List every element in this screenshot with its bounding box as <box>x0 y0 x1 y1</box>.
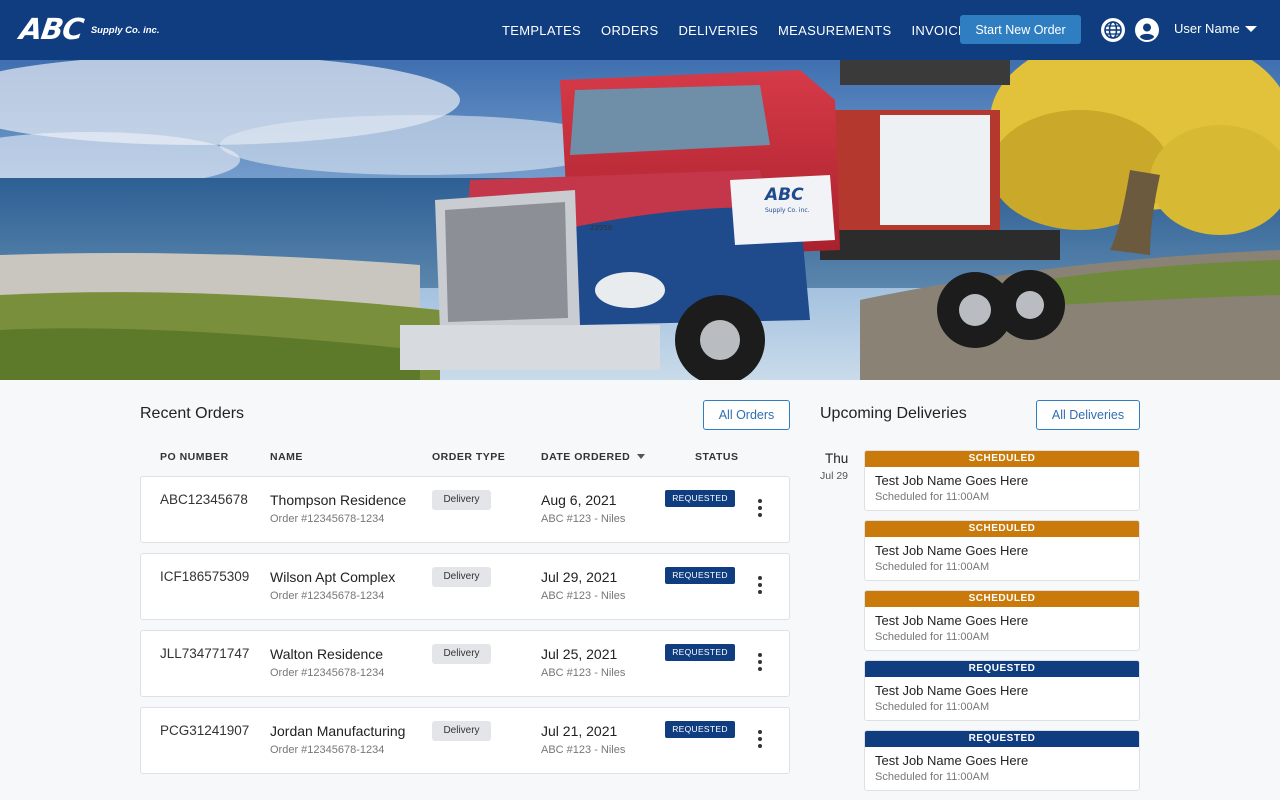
delivery-card[interactable]: REQUESTED Test Job Name Goes Here Schedu… <box>864 730 1140 791</box>
delivery-scheduled-time: Scheduled for 11:00AM <box>875 491 990 503</box>
truck-number: 22958 <box>590 224 612 232</box>
nav-measurements[interactable]: MEASUREMENTS <box>778 23 891 38</box>
nav-templates[interactable]: TEMPLATES <box>502 23 581 38</box>
abc-supply-logo[interactable]: ABC Supply Co. inc. <box>17 12 160 46</box>
order-date: Jul 21, 2021 <box>541 723 618 739</box>
row-more-options-icon[interactable] <box>751 499 769 521</box>
table-row[interactable]: ICF186575309 Wilson Apt Complex Order #1… <box>140 553 790 620</box>
sort-chevron-down-icon[interactable] <box>637 454 646 459</box>
delivery-status-header: SCHEDULED <box>865 591 1139 607</box>
recent-orders-title: Recent Orders <box>140 405 245 422</box>
po-number: ICF186575309 <box>160 569 250 584</box>
logo-tagline: Supply Co. inc. <box>90 24 160 36</box>
order-name[interactable]: Walton Residence <box>270 646 383 662</box>
delivery-status-header: REQUESTED <box>865 731 1139 747</box>
row-more-options-icon[interactable] <box>751 653 769 675</box>
col-date-ordered[interactable]: DATE ORDERED <box>541 451 646 463</box>
delivery-job-name: Test Job Name Goes Here <box>875 683 1029 698</box>
order-name[interactable]: Thompson Residence <box>270 492 406 508</box>
globe-icon[interactable] <box>1101 18 1125 42</box>
order-branch: ABC #123 - Niles <box>541 513 626 525</box>
delivery-scheduled-time: Scheduled for 11:00AM <box>875 631 990 643</box>
truck-on-shore-illustration: ABC Supply Co. inc. 22958 <box>0 60 1280 380</box>
delivery-job-name: Test Job Name Goes Here <box>875 613 1029 628</box>
delivery-card[interactable]: SCHEDULED Test Job Name Goes Here Schedu… <box>864 590 1140 651</box>
table-row[interactable]: JLL734771747 Walton Residence Order #123… <box>140 630 790 697</box>
user-menu-chevron-down-icon[interactable] <box>1245 26 1257 32</box>
delivery-card[interactable]: SCHEDULED Test Job Name Goes Here Schedu… <box>864 520 1140 581</box>
delivery-status-header: SCHEDULED <box>865 521 1139 537</box>
order-branch: ABC #123 - Niles <box>541 590 626 602</box>
po-number: JLL734771747 <box>160 646 250 661</box>
delivery-scheduled-time: Scheduled for 11:00AM <box>875 771 990 783</box>
row-more-options-icon[interactable] <box>751 730 769 752</box>
all-orders-button[interactable]: All Orders <box>703 400 790 430</box>
col-po-number: PO NUMBER <box>160 451 229 463</box>
order-branch: ABC #123 - Niles <box>541 744 626 756</box>
top-navigation-bar: ABC Supply Co. inc. TEMPLATES ORDERS DEL… <box>0 0 1280 60</box>
delivery-date: Jul 29 <box>820 470 849 482</box>
truck-badge-tagline: Supply Co. inc. <box>765 207 810 214</box>
po-number: PCG31241907 <box>160 723 250 738</box>
order-name[interactable]: Jordan Manufacturing <box>270 723 405 739</box>
user-name[interactable]: User Name <box>1174 21 1240 36</box>
order-number: Order #12345678-1234 <box>270 744 385 756</box>
start-new-order-button[interactable]: Start New Order <box>960 15 1081 44</box>
all-deliveries-button[interactable]: All Deliveries <box>1036 400 1140 430</box>
col-status: STATUS <box>695 451 739 463</box>
delivery-job-name: Test Job Name Goes Here <box>875 473 1029 488</box>
delivery-job-name: Test Job Name Goes Here <box>875 543 1029 558</box>
hero-banner-image: ABC Supply Co. inc. 22958 <box>0 60 1280 380</box>
delivery-status-header: SCHEDULED <box>865 451 1139 467</box>
order-type-badge: Delivery <box>432 490 491 510</box>
status-badge: REQUESTED <box>665 721 735 738</box>
row-more-options-icon[interactable] <box>751 576 769 598</box>
user-avatar-icon[interactable] <box>1135 18 1159 42</box>
status-badge: REQUESTED <box>665 644 735 661</box>
order-date: Jul 29, 2021 <box>541 569 618 585</box>
col-name: NAME <box>270 451 303 463</box>
order-date: Jul 25, 2021 <box>541 646 618 662</box>
delivery-scheduled-time: Scheduled for 11:00AM <box>875 701 990 713</box>
order-name[interactable]: Wilson Apt Complex <box>270 569 395 585</box>
order-type-badge: Delivery <box>432 567 491 587</box>
status-badge: REQUESTED <box>665 567 735 584</box>
upcoming-deliveries-title: Upcoming Deliveries <box>820 405 967 422</box>
delivery-status-header: REQUESTED <box>865 661 1139 677</box>
order-number: Order #12345678-1234 <box>270 667 385 679</box>
order-branch: ABC #123 - Niles <box>541 667 626 679</box>
status-badge: REQUESTED <box>665 490 735 507</box>
delivery-day: Thu <box>825 451 849 466</box>
table-row[interactable]: PCG31241907 Jordan Manufacturing Order #… <box>140 707 790 774</box>
nav-deliveries[interactable]: DELIVERIES <box>678 23 758 38</box>
po-number: ABC12345678 <box>160 492 248 507</box>
order-type-badge: Delivery <box>432 644 491 664</box>
table-row[interactable]: ABC12345678 Thompson Residence Order #12… <box>140 476 790 543</box>
order-number: Order #12345678-1234 <box>270 513 385 525</box>
main-nav: TEMPLATES ORDERS DELIVERIES MEASUREMENTS… <box>502 0 996 60</box>
delivery-scheduled-time: Scheduled for 11:00AM <box>875 561 990 573</box>
delivery-job-name: Test Job Name Goes Here <box>875 753 1029 768</box>
col-date-ordered-label: DATE ORDERED <box>541 451 631 463</box>
delivery-card[interactable]: SCHEDULED Test Job Name Goes Here Schedu… <box>864 450 1140 511</box>
truck-badge-logo: ABC <box>763 185 804 205</box>
order-date: Aug 6, 2021 <box>541 492 617 508</box>
col-order-type: ORDER TYPE <box>432 451 506 463</box>
logo-wordmark: ABC <box>17 12 86 46</box>
delivery-card[interactable]: REQUESTED Test Job Name Goes Here Schedu… <box>864 660 1140 721</box>
order-type-badge: Delivery <box>432 721 491 741</box>
order-number: Order #12345678-1234 <box>270 590 385 602</box>
nav-orders[interactable]: ORDERS <box>601 23 658 38</box>
